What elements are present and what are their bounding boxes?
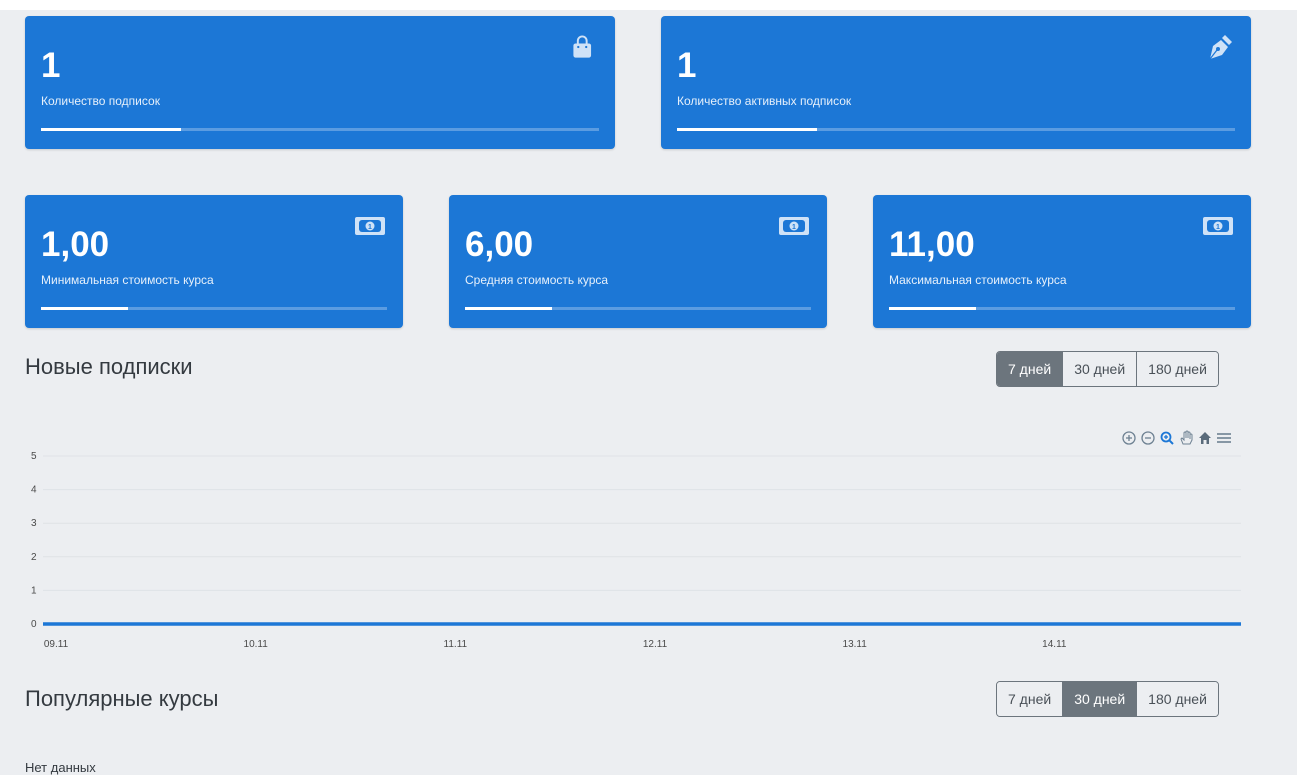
x-tick-label: 10.11 <box>244 639 269 650</box>
x-tick-label: 11.11 <box>444 639 468 650</box>
range-30-days-button[interactable]: 30 дней <box>1062 682 1137 716</box>
no-data-text: Нет данных <box>25 760 96 775</box>
popular-courses-range-group: 7 дней 30 дней 180 дней <box>996 681 1219 717</box>
y-tick-label: 3 <box>31 518 37 529</box>
range-7-days-button[interactable]: 7 дней <box>997 682 1063 716</box>
new-subscriptions-chart: 0 1 2 3 4 5 09.11 10.11 11.11 12.11 13.11 14.11 <box>31 451 1241 650</box>
y-tick-label: 2 <box>31 552 37 563</box>
y-tick-label: 0 <box>31 619 37 630</box>
range-180-days-button[interactable]: 180 дней <box>1136 682 1218 716</box>
x-tick-label: 14.11 <box>1042 639 1067 650</box>
y-tick-label: 5 <box>31 451 37 462</box>
x-tick-label: 12.11 <box>643 639 668 650</box>
x-tick-label: 09.11 <box>44 639 69 650</box>
y-tick-label: 4 <box>31 485 37 496</box>
x-tick-label: 13.11 <box>843 639 868 650</box>
popular-courses-title: Популярные курсы <box>25 686 219 711</box>
y-tick-label: 1 <box>31 585 37 596</box>
